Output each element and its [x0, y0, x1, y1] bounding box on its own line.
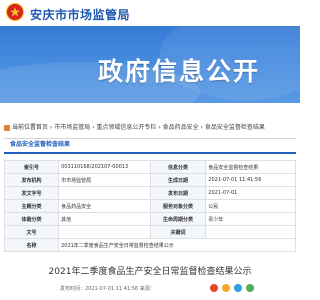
- table-key: 发文字号: [3, 186, 60, 200]
- home-icon: [4, 125, 10, 131]
- share-qzone-icon[interactable]: [222, 284, 230, 292]
- table-key: 生命周期分类: [149, 212, 207, 226]
- table-key: 发布日期: [149, 186, 207, 200]
- table-value: [58, 186, 151, 200]
- table-value: 2021-07-01: [205, 186, 296, 200]
- info-table: 索引号 003110168/202107-00013 信息分类 食品安全监督检查…: [3, 160, 296, 252]
- page-title: 政府信息公开: [98, 57, 261, 86]
- site-bar: 安庆市市场监管局: [0, 0, 300, 26]
- table-key: 名称: [3, 238, 60, 252]
- table-value: 2021年二季度食品生产安全日常监督检查结果公示: [58, 238, 296, 252]
- table-row: 索引号 003110168/202107-00013 信息分类 食品安全监督检查…: [3, 160, 296, 174]
- share-qq-icon[interactable]: [234, 284, 242, 292]
- table-key: 服务对象分类: [149, 199, 207, 213]
- table-value: 2021-07-01 11:41:56: [205, 173, 296, 187]
- table-key: 信息分类: [149, 160, 207, 174]
- table-value: 市市场监管局: [58, 173, 151, 187]
- table-key: 发布机构: [3, 173, 60, 187]
- table-row: 体裁分类 其他 生命周期分类 青少年: [3, 212, 296, 226]
- table-value: 食品安全监督检查结果: [205, 160, 296, 174]
- section-title: 食品安全监督检查结果: [4, 140, 296, 154]
- table-value: [58, 225, 151, 239]
- table-value: [205, 225, 296, 239]
- site-name[interactable]: 安庆市市场监管局: [30, 6, 130, 23]
- table-value: 青少年: [205, 212, 296, 226]
- table-value: 其他: [58, 212, 151, 226]
- table-row: 发文字号 发布日期 2021-07-01: [3, 186, 296, 200]
- share-weibo-icon[interactable]: [210, 284, 218, 292]
- document-meta: 发布时间：2021-07-01 11:41:56 来源：: [60, 286, 155, 292]
- table-key: 生成日期: [149, 173, 207, 187]
- table-row: 文号 关键词: [3, 225, 296, 239]
- breadcrumb: 当前位置： 首页 › 市市场监管局 › 重点领域信息公开专栏 › 食品药品安全 …: [0, 122, 300, 134]
- section-title-text: 食品安全监督检查结果: [10, 141, 71, 148]
- table-value: 003110168/202107-00013: [58, 160, 151, 174]
- table-key: 关键词: [149, 225, 207, 239]
- document-title: 2021年二季度食品生产安全日常监督检查结果公示: [48, 267, 252, 277]
- share-wechat-icon[interactable]: [246, 284, 254, 292]
- table-key: 主题分类: [3, 199, 60, 213]
- table-key: 索引号: [3, 160, 60, 174]
- table-row: 发布机构 市市场监管局 生成日期 2021-07-01 11:41:56: [3, 173, 296, 187]
- table-value: 食品药品安全: [58, 199, 151, 213]
- table-row: 名称 2021年二季度食品生产安全日常监督检查结果公示: [3, 238, 296, 252]
- national-emblem-icon: [6, 3, 24, 21]
- divider: [4, 138, 296, 139]
- table-value: 公民: [205, 199, 296, 213]
- table-key: 文号: [3, 225, 60, 239]
- table-row: 主题分类 食品药品安全 服务对象分类 公民: [3, 199, 296, 213]
- breadcrumb-path[interactable]: 首页 › 市市场监管局 › 重点领域信息公开专栏 › 食品药品安全 › 食品安全…: [36, 122, 265, 134]
- table-key: 体裁分类: [3, 212, 60, 226]
- page-header: 安庆市市场监管局 政府信息公开: [0, 0, 300, 103]
